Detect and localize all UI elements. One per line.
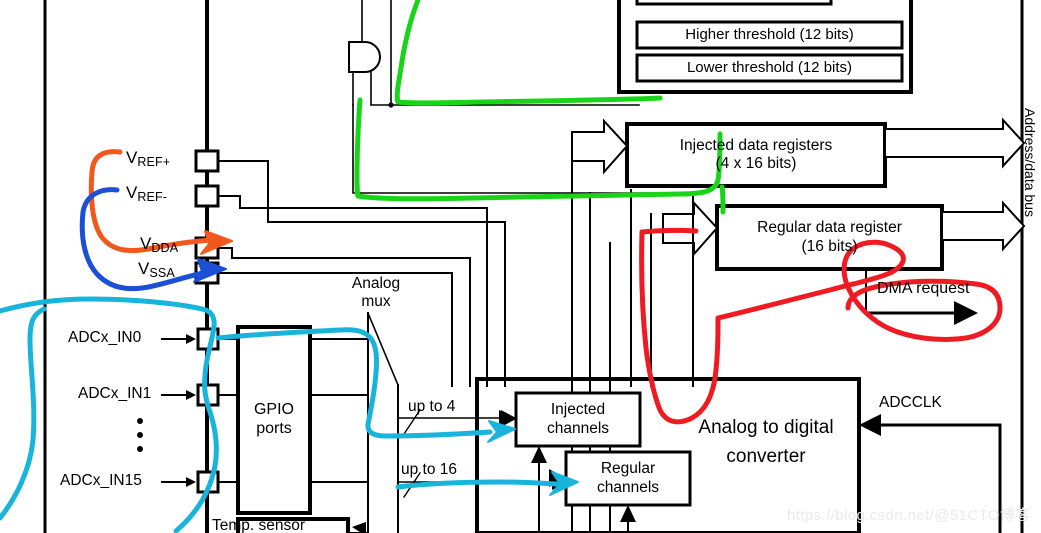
junction-dot (388, 102, 394, 108)
higher-threshold-text: Higher threshold (12 bits) (685, 26, 854, 44)
regular-channels-line1: Regular (600, 460, 656, 478)
vdda-sub: DDA (151, 240, 179, 255)
dma-request-arrowhead (954, 301, 978, 325)
annotation-red-feed-top (639, 227, 699, 235)
ellipsis-dot (137, 418, 143, 424)
injected-channels-line2: channels (546, 419, 610, 437)
injected-channels-label: Injected channels (516, 393, 640, 446)
vdda-label: VDDA (140, 234, 178, 255)
up-to-16-label: up to 16 (401, 461, 458, 478)
ellipsis-dot (137, 432, 143, 438)
vref-minus-label: VREF- (126, 183, 167, 204)
gpio-line1: GPIO (253, 401, 294, 419)
dma-request-label: DMA request (877, 280, 970, 297)
injected-registers-line2: (4 x 16 bits) (715, 155, 797, 172)
analog-mux-line2: mux (361, 293, 391, 310)
vrefp-route (217, 160, 506, 223)
vref-plus-label: VREF+ (126, 148, 170, 169)
adc-core-label: Analog to digital converter (676, 400, 856, 484)
adc-core-line2: converter (726, 446, 806, 467)
injected-data-registers-label: Injected data registers (4 x 16 bits) (627, 124, 885, 186)
input-arrowheads (186, 334, 196, 487)
vdda-route (217, 247, 471, 259)
injected-channels-line1: Injected (550, 401, 606, 419)
adc-block-diagram: Compare result Higher threshold (12 bits… (0, 0, 1041, 533)
ellipsis-dot (137, 446, 143, 452)
gpio-ports-label: GPIO ports (238, 327, 310, 513)
regular-register-line1: Regular data register (757, 219, 902, 237)
injected-register-bus-arrow (884, 117, 1026, 169)
injected-registers-line1: Injected data registers (679, 136, 833, 154)
adc-input-15-label: ADCx_IN15 (60, 472, 142, 489)
mux-diagonal (366, 311, 400, 387)
input-arrows (161, 338, 194, 483)
adcclk-arrowhead (859, 414, 881, 436)
temp-sensor-arrowhead (352, 522, 366, 533)
input-ellipsis (135, 418, 145, 452)
compare-result-label: Compare result (637, 0, 831, 2)
analog-mux-label: Analog mux (330, 272, 422, 314)
and-gate-body (348, 41, 381, 73)
gpio-line2: ports (256, 420, 292, 437)
vref-plus-v: V (126, 148, 138, 167)
watermark: https://blog.csdn.net/@51CTO博客 (787, 507, 1031, 524)
vref-minus-v: V (126, 183, 138, 202)
annotation-cyan-lasso-left (0, 306, 47, 521)
vssa-sub: SSA (149, 265, 175, 280)
vssa-v: V (138, 259, 150, 278)
adc-input-0-label: ADCx_IN0 (68, 329, 142, 346)
address-data-bus-label: Address/data bus (1022, 108, 1038, 217)
pin-square-vrefm (194, 184, 220, 208)
lower-threshold-label: Lower threshold (12 bits) (637, 55, 902, 81)
analog-mux-line1: Analog (351, 274, 401, 292)
lower-threshold-text: Lower threshold (12 bits) (686, 59, 853, 77)
regular-register-line2: (16 bits) (801, 237, 858, 255)
temp-sensor-label: Temp. sensor (212, 517, 306, 533)
up-to-4-label: up to 4 (408, 398, 456, 415)
regular-data-register-label: Regular data register (16 bits) (717, 206, 942, 269)
injected-register-in-arrow (571, 118, 629, 175)
adc-input-1-label: ADCx_IN1 (78, 385, 152, 402)
vref-minus-sub: REF- (137, 189, 168, 204)
adcclk-label: ADCCLK (879, 394, 942, 411)
regular-channels-line2: channels (596, 478, 660, 496)
vref-plus-sub: REF+ (137, 154, 171, 169)
annotation-red-down-path (639, 229, 721, 425)
vdda-v: V (140, 234, 152, 253)
adc-core-line1: Analog to digital (698, 416, 834, 438)
pin-square-vrefp (194, 149, 220, 173)
regular-register-bus-arrow (941, 200, 1026, 252)
regular-channels-label: Regular channels (566, 452, 690, 505)
higher-threshold-label: Higher threshold (12 bits) (637, 22, 902, 48)
vssa-label: VSSA (138, 259, 175, 280)
